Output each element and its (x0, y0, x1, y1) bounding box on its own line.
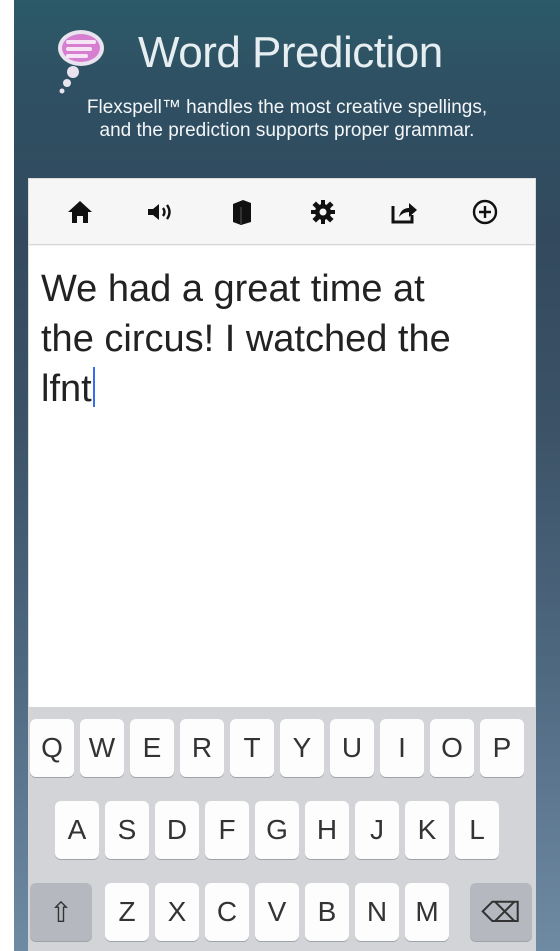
key-t[interactable]: T (230, 719, 274, 777)
text-caret (92, 367, 95, 407)
settings-button[interactable] (303, 192, 343, 232)
speaker-icon (147, 203, 171, 220)
key-y[interactable]: Y (280, 719, 324, 777)
key-u[interactable]: U (330, 719, 374, 777)
key-w[interactable]: W (80, 719, 124, 777)
key-p[interactable]: P (480, 719, 524, 777)
key-s[interactable]: S (105, 801, 149, 859)
subtitle: Flexspell™ handles the most creative spe… (14, 96, 560, 142)
key-n[interactable]: N (355, 883, 399, 941)
key-j[interactable]: J (355, 801, 399, 859)
key-q[interactable]: Q (30, 719, 74, 777)
subtitle-line-2: and the prediction supports proper gramm… (99, 120, 475, 141)
key-k[interactable]: K (405, 801, 449, 859)
key-c[interactable]: C (205, 883, 249, 941)
key-v[interactable]: V (255, 883, 299, 941)
delete-key[interactable]: ⌫ (470, 883, 532, 941)
dictionary-button[interactable] (222, 192, 262, 232)
backspace-icon: ⌫ (481, 896, 521, 928)
shift-icon: ⇧ (49, 896, 73, 928)
home-icon (67, 200, 92, 223)
editor-line-1: We had a great time at (41, 268, 425, 310)
key-b[interactable]: B (305, 883, 349, 941)
key-a[interactable]: A (55, 801, 99, 859)
share-button[interactable] (384, 192, 424, 232)
key-l[interactable]: L (455, 801, 499, 859)
speak-button[interactable] (141, 192, 181, 232)
gear-icon (310, 199, 335, 224)
keyboard: Q W E R T Y U I O P A S D F G H J K L ⇧ … (28, 707, 536, 951)
key-h[interactable]: H (305, 801, 349, 859)
key-x[interactable]: X (155, 883, 199, 941)
key-r[interactable]: R (180, 719, 224, 777)
key-i[interactable]: I (380, 719, 424, 777)
key-d[interactable]: D (155, 801, 199, 859)
book-icon (232, 199, 251, 225)
key-g[interactable]: G (255, 801, 299, 859)
key-o[interactable]: O (430, 719, 474, 777)
editor-line-3: lfnt (41, 364, 501, 414)
home-button[interactable] (60, 192, 100, 232)
thought-bubble-logo-icon (58, 30, 104, 94)
shift-key[interactable]: ⇧ (30, 883, 92, 941)
header: Word Prediction Flexspell™ handles the m… (14, 0, 560, 176)
key-e[interactable]: E (130, 719, 174, 777)
page-title: Word Prediction (138, 28, 443, 77)
editor-text: We had a great time at the circus! I wat… (41, 264, 501, 414)
key-m[interactable]: M (405, 883, 449, 941)
subtitle-line-1: Flexspell™ handles the most creative spe… (86, 97, 488, 118)
toolbar (29, 179, 535, 245)
key-f[interactable]: F (205, 801, 249, 859)
current-word: lfnt (41, 368, 92, 410)
add-button[interactable] (465, 192, 505, 232)
key-z[interactable]: Z (105, 883, 149, 941)
share-icon (391, 202, 417, 223)
editor-line-2: the circus! I watched the (41, 318, 451, 360)
plus-circle-icon (472, 199, 497, 224)
